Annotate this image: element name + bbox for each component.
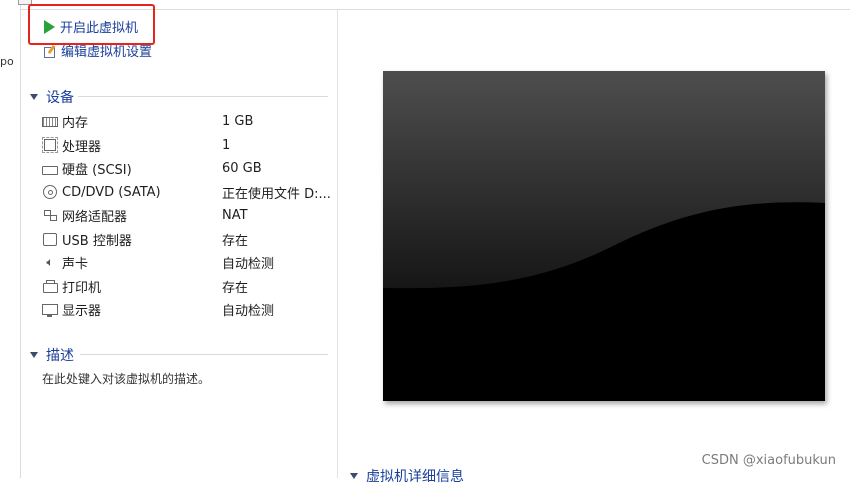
collapse-triangle-icon [350,473,358,479]
device-name: 声卡 [62,257,89,273]
description-section-title: 描述 [46,348,74,364]
edit-vm-settings-button[interactable]: 编辑虚拟机设置 [44,41,152,60]
device-value: 存在 [222,280,249,296]
device-row-network-adapter[interactable]: 网络适配器 NAT [42,204,342,228]
device-value: 1 GB [222,114,254,130]
edit-settings-label: 编辑虚拟机设置 [61,45,153,60]
device-name: 内存 [62,116,89,132]
vm-details-title: 虚拟机详细信息 [366,469,464,485]
devices-section-header[interactable]: 设备 [30,87,74,107]
truncated-library-text: po [0,55,14,68]
sound-card-icon: 🔈︎ [46,255,54,270]
usb-controller-icon [42,232,58,246]
device-name: 网络适配器 [62,210,128,226]
device-row-printer[interactable]: 打印机 存在 [42,275,342,299]
device-row-cd-dvd[interactable]: CD/DVD (SATA) 正在使用文件 D:... [42,181,342,205]
description-text[interactable]: 在此处键入对该虚拟机的描述。 [42,370,210,387]
play-icon [44,19,55,34]
processor-icon [42,137,58,154]
cd-dvd-icon [42,185,58,200]
vm-screen-thumbnail[interactable] [383,71,825,401]
device-value: NAT [222,208,248,224]
printer-icon [42,279,58,293]
power-on-vm-button[interactable]: 开启此虚拟机 [44,17,138,36]
network-adapter-icon [42,209,58,223]
device-value: 自动检测 [222,257,275,273]
display-icon [42,303,58,318]
device-name: CD/DVD (SATA) [62,184,161,200]
device-value: 60 GB [222,161,262,177]
vm-screen-graphic [383,71,825,401]
device-row-processor[interactable]: 处理器 1 [42,134,342,158]
collapse-triangle-icon [30,94,38,100]
device-name: USB 控制器 [62,233,132,249]
device-row-sound-card[interactable]: 🔈︎ 声卡 自动检测 [42,251,342,275]
device-row-hard-disk[interactable]: 硬盘 (SCSI) 60 GB [42,157,342,181]
description-section-header[interactable]: 描述 [30,345,74,365]
vm-details-section-header[interactable]: 虚拟机详细信息 [350,466,464,486]
device-name: 硬盘 (SCSI) [62,163,132,179]
watermark-text: CSDN @xiaofubukun [701,453,836,468]
power-on-label: 开启此虚拟机 [60,21,139,36]
device-row-memory[interactable]: 内存 1 GB [42,110,342,134]
device-row-display[interactable]: 显示器 自动检测 [42,298,342,322]
device-name: 打印机 [62,280,102,296]
device-value: 自动检测 [222,304,275,320]
left-library-strip: po [0,0,32,478]
device-row-usb-controller[interactable]: USB 控制器 存在 [42,228,342,252]
memory-icon [42,115,58,129]
device-name: 显示器 [62,304,102,320]
hard-disk-icon [42,162,58,176]
devices-section-title: 设备 [46,90,74,106]
collapse-triangle-icon [30,352,38,358]
device-value: 1 [222,137,231,153]
device-value: 存在 [222,233,249,249]
device-name: 处理器 [62,139,102,155]
edit-settings-icon [44,44,56,58]
device-value: 正在使用文件 D:... [222,186,331,202]
device-list: 内存 1 GB 处理器 1 硬盘 (SCSI) 60 GB CD/DVD (SA… [42,110,342,322]
